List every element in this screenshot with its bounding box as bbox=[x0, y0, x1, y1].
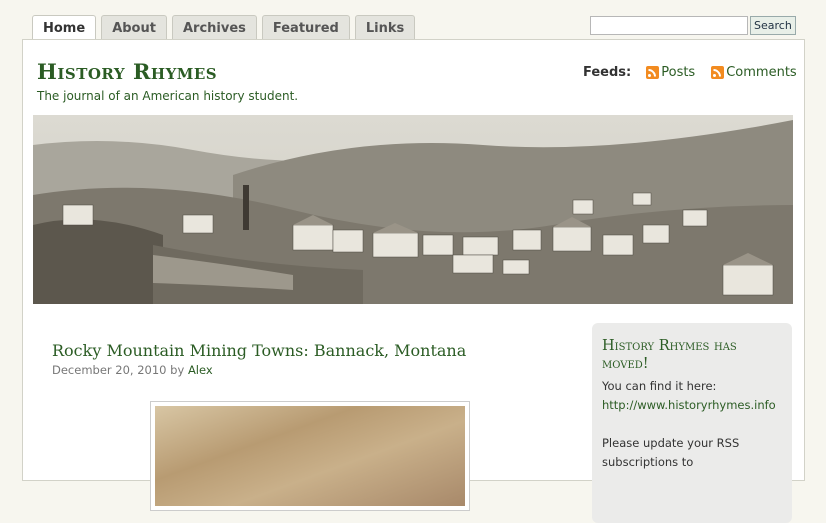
rss-icon bbox=[711, 66, 725, 79]
feeds-label: Feeds: bbox=[583, 65, 632, 80]
post-title[interactable]: Rocky Mountain Mining Towns: Bannack, Mo… bbox=[52, 341, 466, 360]
rss-icon bbox=[646, 66, 660, 79]
page-container: History Rhymes The journal of an America… bbox=[22, 39, 805, 523]
feed-comments-link[interactable]: Comments bbox=[711, 65, 797, 80]
site-title[interactable]: History Rhymes bbox=[37, 59, 217, 84]
tab-links[interactable]: Links bbox=[354, 15, 416, 40]
post-meta: December 20, 2010 by Alex bbox=[52, 363, 213, 377]
sidebar-notice: History Rhymes has moved! You can find i… bbox=[592, 323, 792, 523]
feed-posts-link[interactable]: Posts bbox=[646, 65, 695, 80]
feed-comments-label: Comments bbox=[726, 65, 797, 80]
site-tagline: The journal of an American history stude… bbox=[37, 89, 299, 103]
post-image-photo bbox=[155, 406, 465, 506]
banner-photo bbox=[33, 115, 793, 304]
sidebar-title: History Rhymes has moved! bbox=[602, 338, 737, 372]
header-banner-image bbox=[33, 115, 793, 304]
tab-about[interactable]: About bbox=[101, 15, 167, 40]
tab-archives[interactable]: Archives bbox=[171, 15, 257, 40]
feed-posts-label: Posts bbox=[661, 65, 696, 80]
post-image bbox=[150, 401, 470, 511]
search-input[interactable] bbox=[590, 16, 748, 35]
post-by: by bbox=[170, 363, 185, 377]
search-button[interactable]: Search bbox=[750, 16, 796, 35]
post-date: December 20, 2010 bbox=[52, 363, 167, 377]
tab-featured[interactable]: Featured bbox=[261, 15, 350, 40]
nav-tabs: Home About Archives Featured Links bbox=[32, 15, 416, 41]
feeds: Feeds: Posts Comments bbox=[583, 65, 813, 80]
sidebar-new-site-link[interactable]: http://www.historyrhymes.info bbox=[602, 396, 782, 415]
tab-home[interactable]: Home bbox=[32, 15, 97, 41]
sidebar-text-1: You can find it here: bbox=[602, 379, 717, 393]
post-author-link[interactable]: Alex bbox=[188, 363, 213, 377]
search-form: Search bbox=[590, 16, 796, 35]
sidebar-text-2: Please update your RSS subscriptions to bbox=[602, 436, 740, 469]
